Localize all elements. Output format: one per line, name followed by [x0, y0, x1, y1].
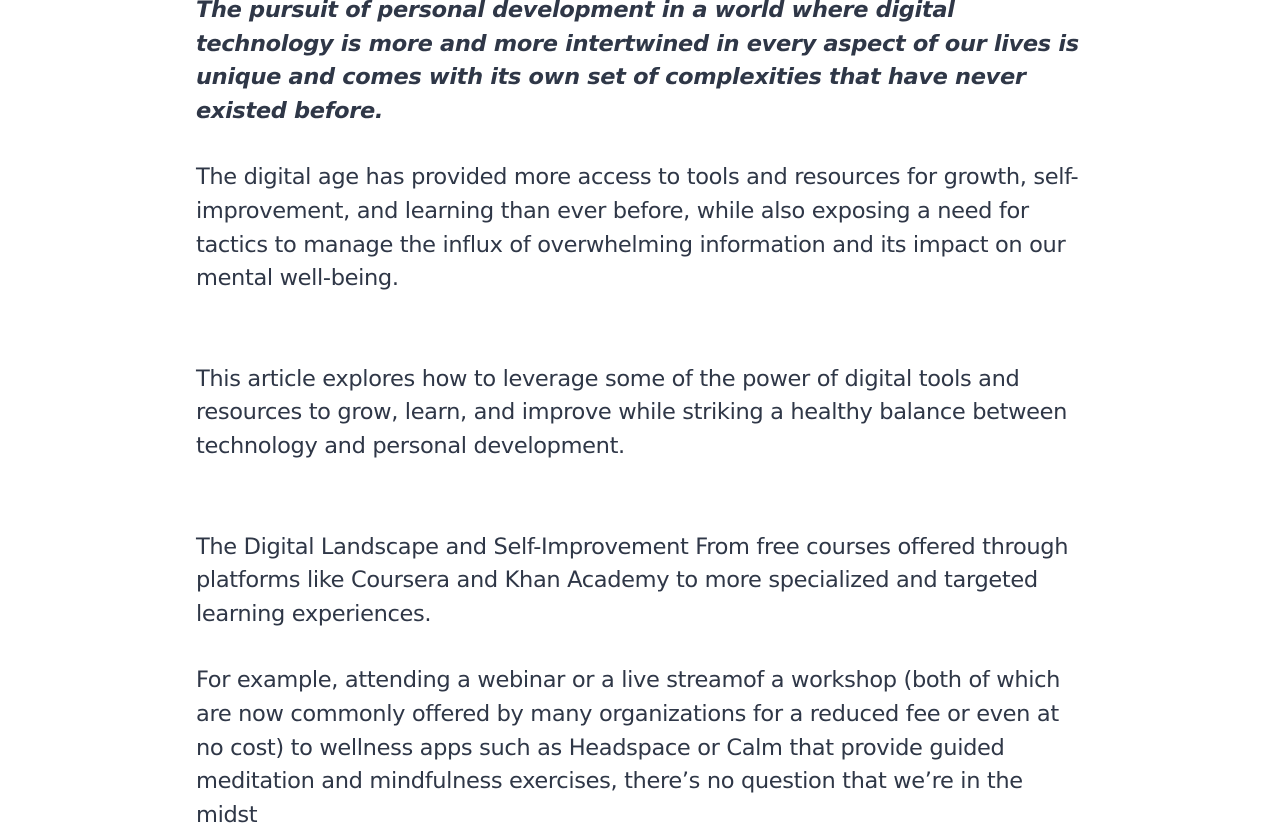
- article-paragraph-4: For example, attending a webinar or a li…: [196, 667, 1061, 828]
- article-intro: The pursuit of personal development in a…: [196, 0, 1079, 124]
- article-paragraph-1: The digital age has provided more access…: [196, 164, 1079, 292]
- article-paragraph-3: The Digital Landscape and Self-Improveme…: [196, 533, 1069, 627]
- article-body: The pursuit of personal development in a…: [196, 0, 1086, 832]
- article-paragraph-2: This article explores how to leverage so…: [196, 365, 1068, 459]
